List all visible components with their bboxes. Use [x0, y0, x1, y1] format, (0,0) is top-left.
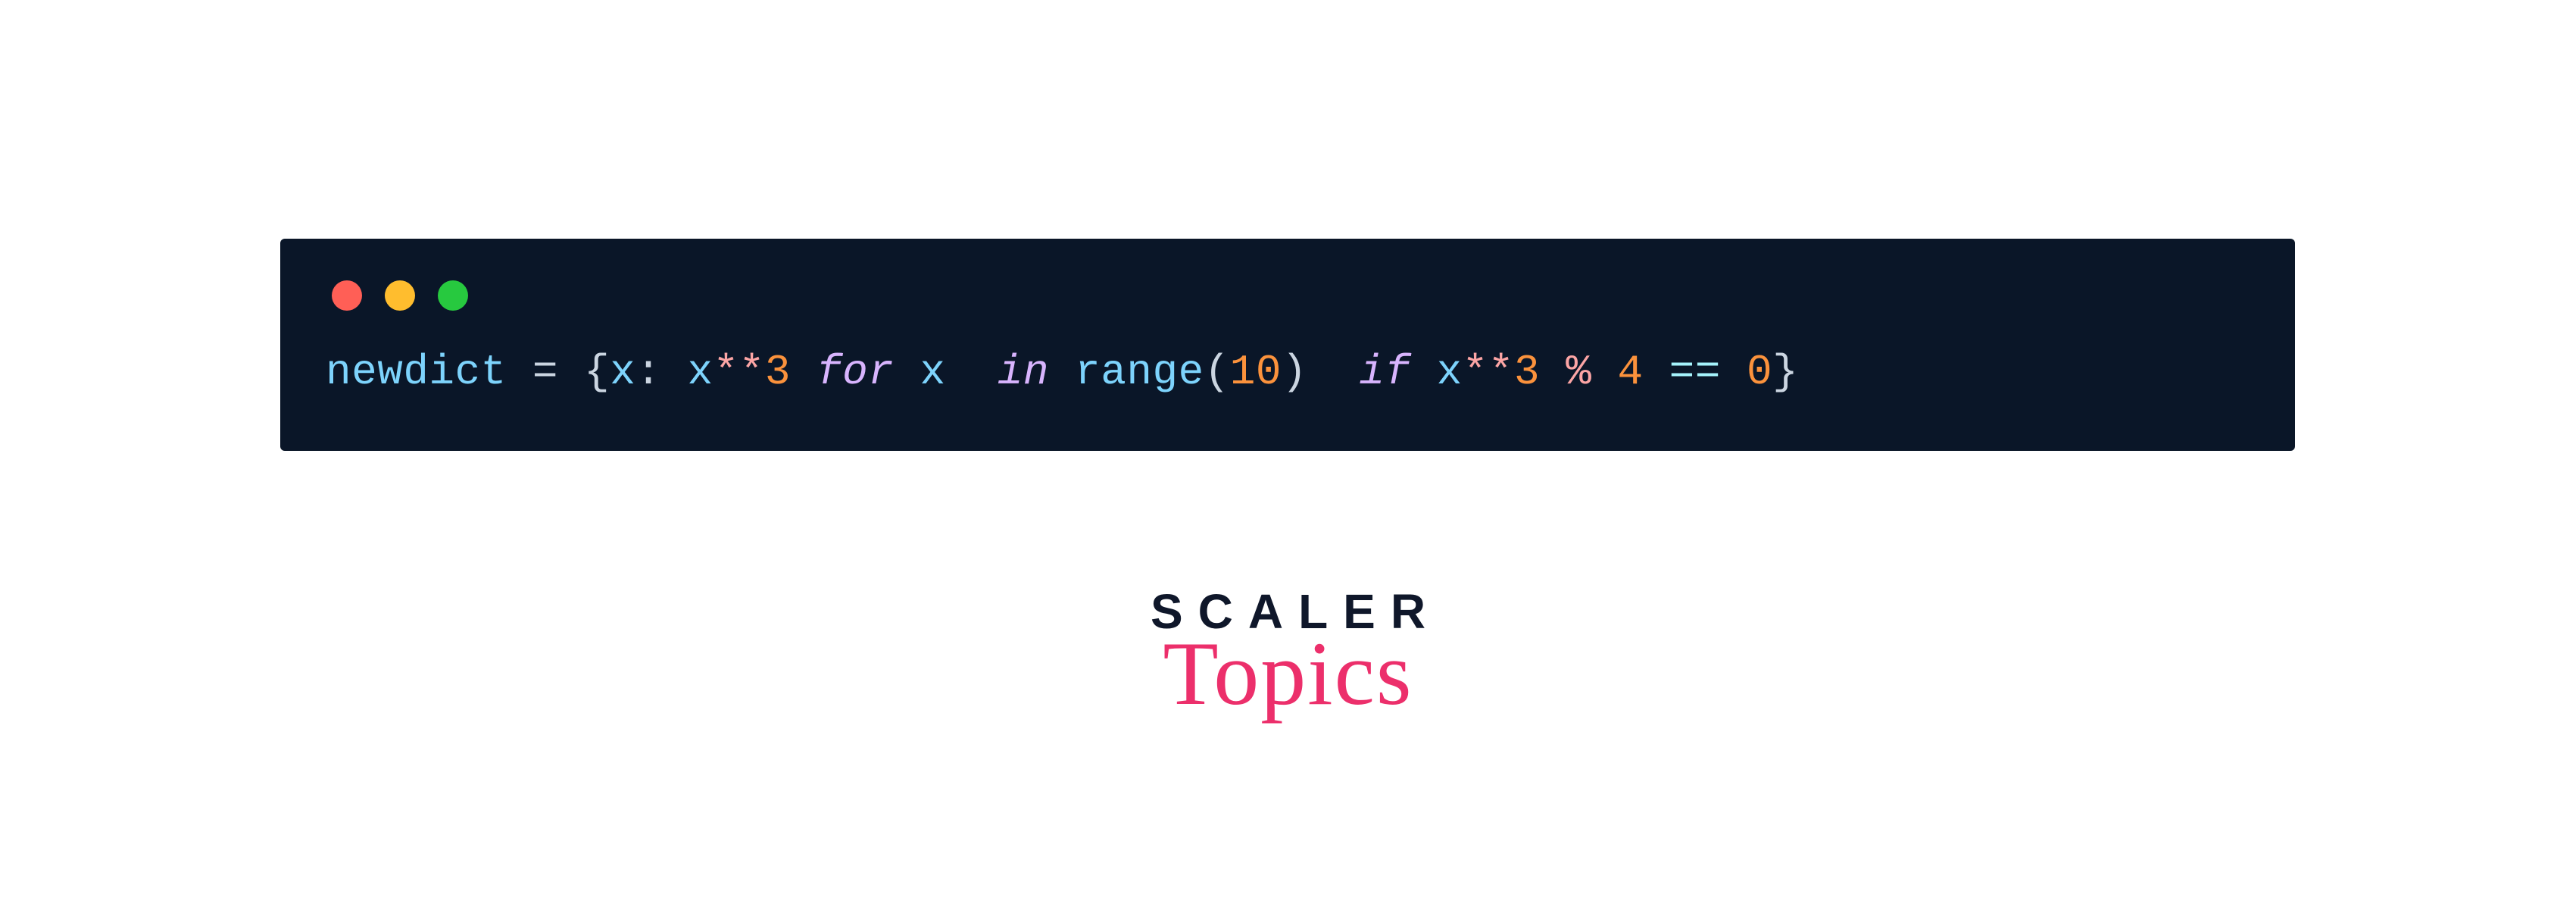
- tok-lparen: (: [1204, 348, 1230, 396]
- tok-variable: newdict: [326, 348, 507, 396]
- minimize-dot-icon: [385, 280, 415, 311]
- code-line: newdict = {x: x**3 for x in range(10) if…: [280, 311, 2295, 398]
- tok-eqeq: ==: [1669, 348, 1721, 396]
- tok-lbrace: {: [584, 348, 610, 396]
- tok-space: [1540, 348, 1566, 396]
- code-window: newdict = {x: x**3 for x in range(10) if…: [280, 239, 2295, 451]
- tok-rparen: ): [1282, 348, 1307, 396]
- traffic-lights: [280, 239, 2295, 311]
- tok-rbrace: }: [1772, 348, 1798, 396]
- tok-space: [1049, 348, 1075, 396]
- tok-colon: :: [635, 348, 687, 396]
- tok-kw-in: in: [998, 348, 1049, 396]
- tok-num: 4: [1617, 348, 1643, 396]
- zoom-dot-icon: [438, 280, 468, 311]
- brand-line2: Topics: [1135, 628, 1441, 719]
- tok-space: [894, 348, 920, 396]
- tok-space: [1644, 348, 1669, 396]
- tok-val-ident: x: [688, 348, 713, 396]
- tok-num: 3: [1514, 348, 1540, 396]
- tok-loop-var: x: [920, 348, 946, 396]
- tok-assign: =: [507, 348, 584, 396]
- tok-key-expr: x: [610, 348, 635, 396]
- brand-logo: SCALER Topics: [1135, 587, 1441, 719]
- tok-num: 0: [1747, 348, 1772, 396]
- tok-cond-id: x: [1437, 348, 1463, 396]
- tok-space: [1591, 348, 1617, 396]
- tok-space: [1411, 348, 1437, 396]
- tok-range: range: [1075, 348, 1204, 396]
- tok-pow: **: [1463, 348, 1514, 396]
- tok-mod: %: [1566, 348, 1591, 396]
- tok-space: [1721, 348, 1747, 396]
- tok-kw-if: if: [1359, 348, 1410, 396]
- tok-space: [946, 348, 998, 396]
- tok-space: [791, 348, 817, 396]
- tok-space: [1307, 348, 1359, 396]
- tok-kw-for: for: [817, 348, 894, 396]
- tok-num: 10: [1230, 348, 1282, 396]
- tok-num: 3: [765, 348, 791, 396]
- page: newdict = {x: x**3 for x in range(10) if…: [0, 0, 2576, 904]
- close-dot-icon: [332, 280, 362, 311]
- tok-pow: **: [713, 348, 765, 396]
